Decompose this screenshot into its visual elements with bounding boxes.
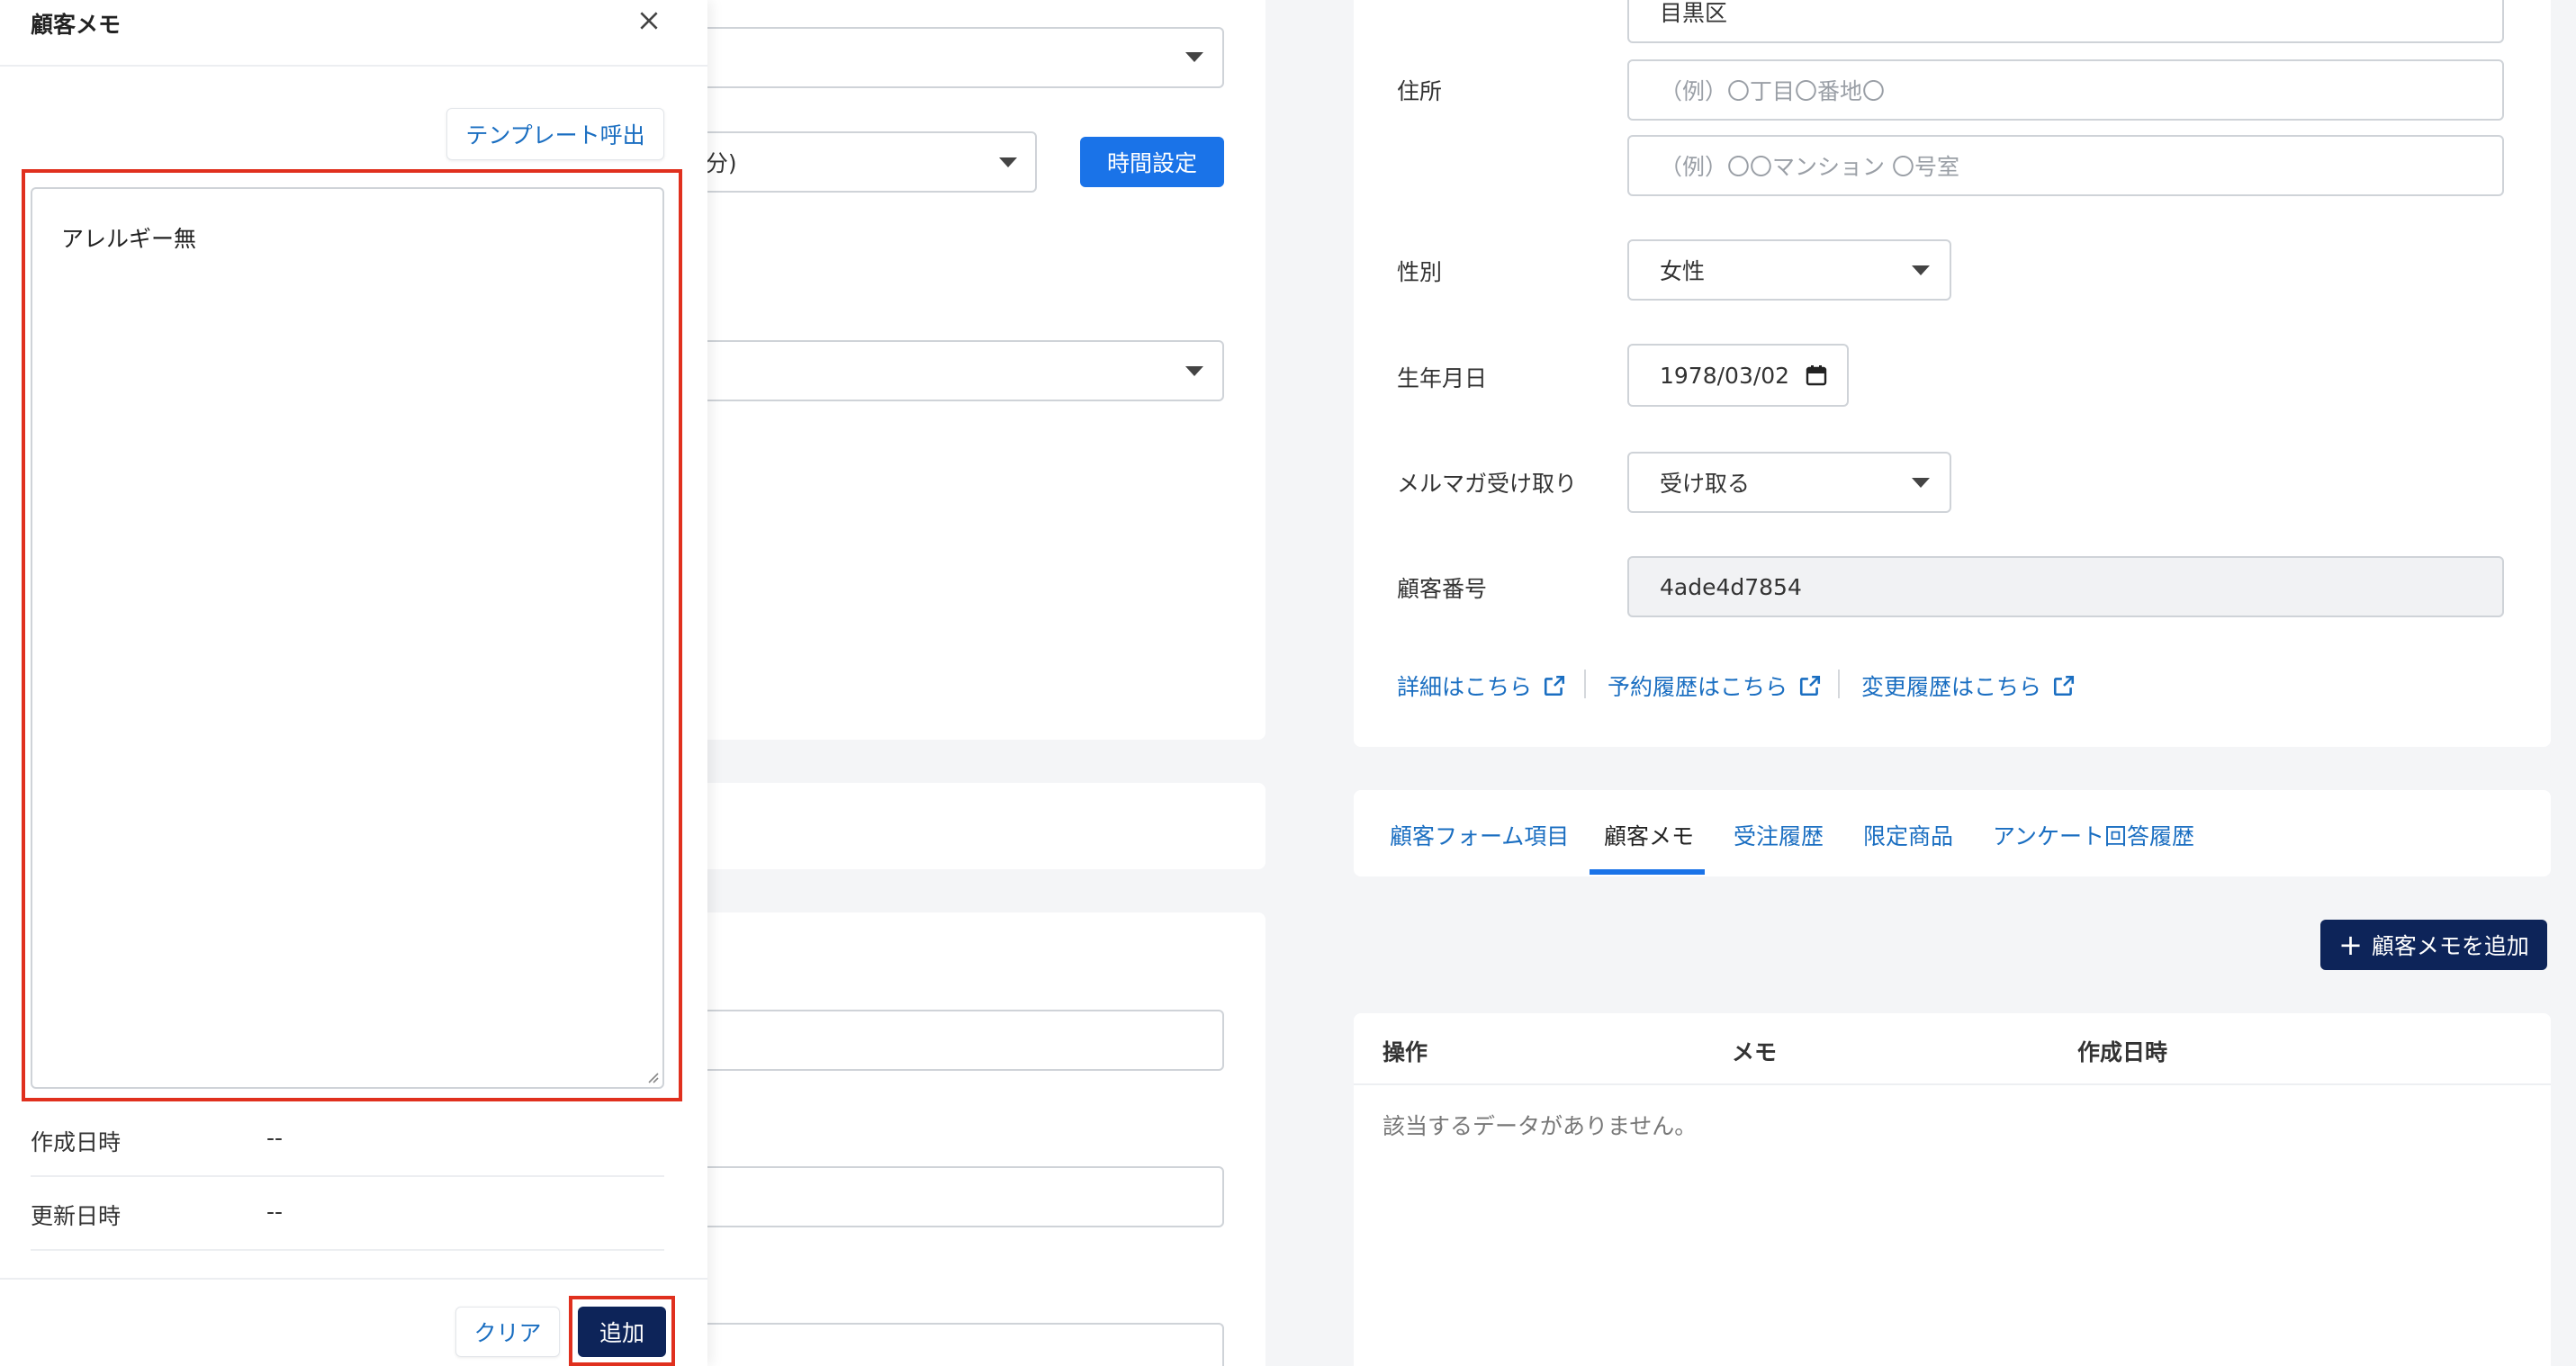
address-line1-input[interactable]: （例）〇丁目〇番地〇	[1627, 59, 2504, 121]
tab-limited-products[interactable]: 限定商品	[1863, 819, 1953, 851]
column-header-actions: 操作	[1383, 1039, 1428, 1065]
memo-text: アレルギー無	[61, 226, 197, 252]
tab-customer-form-items[interactable]: 顧客フォーム項目	[1390, 819, 1569, 851]
birthdate-label: 生年月日	[1397, 365, 1488, 391]
newsletter-select[interactable]: 受け取る	[1627, 452, 1951, 513]
close-icon[interactable]	[637, 9, 661, 32]
chevron-down-icon	[1912, 478, 1930, 488]
ward-field[interactable]: 目黒区	[1627, 0, 2504, 43]
details-link-label: 詳細はこちら	[1397, 674, 1533, 700]
reservation-history-link[interactable]: 予約履歴はこちら	[1608, 670, 1822, 702]
panel-footer-divider	[0, 1278, 707, 1280]
address-line2-input[interactable]: （例）〇〇マンション 〇号室	[1627, 135, 2504, 196]
link-divider	[1584, 670, 1586, 698]
tab-survey-history[interactable]: アンケート回答履歴	[1993, 819, 2194, 851]
birthdate-value: 1978/03/02	[1660, 362, 1790, 389]
external-link-icon	[2053, 675, 2075, 696]
chevron-down-icon	[1912, 265, 1930, 275]
plus-icon: +	[2338, 928, 2363, 962]
resize-handle-icon[interactable]	[644, 1069, 659, 1083]
updated-at-value: --	[266, 1199, 284, 1225]
chevron-down-icon	[999, 157, 1017, 167]
tab-customer-memo[interactable]: 顧客メモ	[1604, 819, 1694, 851]
ward-value: 目黒区	[1660, 0, 1728, 26]
tab-order-history[interactable]: 受注履歴	[1734, 819, 1824, 851]
created-at-label: 作成日時	[31, 1129, 122, 1155]
add-customer-memo-button[interactable]: + 顧客メモを追加	[2320, 920, 2547, 970]
external-link-icon	[1799, 675, 1821, 696]
time-setting-button[interactable]: 時間設定	[1080, 137, 1224, 187]
active-tab-indicator	[1590, 869, 1705, 875]
template-call-button[interactable]: テンプレート呼出	[446, 108, 664, 160]
panel-title: 顧客メモ	[31, 12, 122, 38]
add-button[interactable]: 追加	[578, 1307, 666, 1357]
address-line1-placeholder: （例）〇丁目〇番地〇	[1660, 78, 1886, 104]
panel-header-divider	[0, 65, 707, 67]
empty-message: 該当するデータがありません。	[1383, 1113, 1698, 1139]
gender-value: 女性	[1660, 258, 1706, 284]
calendar-icon[interactable]	[1806, 364, 1827, 386]
memo-table-header	[1354, 1013, 2551, 1085]
details-link[interactable]: 詳細はこちら	[1397, 670, 1566, 702]
change-history-link[interactable]: 変更履歴はこちら	[1861, 670, 2076, 702]
external-link-icon	[1544, 675, 1565, 696]
column-header-created: 作成日時	[2077, 1039, 2168, 1065]
info-divider	[31, 1175, 664, 1177]
change-history-label: 変更履歴はこちら	[1861, 674, 2042, 700]
address-label: 住所	[1397, 78, 1443, 104]
address-line2-placeholder: （例）〇〇マンション 〇号室	[1660, 154, 1959, 180]
gender-select[interactable]: 女性	[1627, 239, 1951, 301]
gender-label: 性別	[1397, 259, 1443, 285]
reservation-history-label: 予約履歴はこちら	[1608, 674, 1788, 700]
add-customer-memo-label: 顧客メモを追加	[2371, 933, 2529, 959]
updated-at-label: 更新日時	[31, 1203, 122, 1229]
newsletter-label: メルマガ受け取り	[1397, 471, 1578, 497]
column-header-memo: メモ	[1732, 1039, 1778, 1065]
clear-button[interactable]: クリア	[455, 1307, 560, 1357]
link-divider	[1838, 670, 1840, 698]
created-at-value: --	[266, 1125, 284, 1151]
customer-no-value: 4ade4d7854	[1660, 573, 1802, 600]
newsletter-value: 受け取る	[1660, 471, 1751, 497]
chevron-down-icon	[1185, 52, 1203, 62]
chevron-down-icon	[1185, 366, 1203, 376]
info-divider	[31, 1249, 664, 1251]
customer-no-field: 4ade4d7854	[1627, 556, 2504, 617]
customer-no-label: 顧客番号	[1397, 576, 1488, 602]
memo-textarea[interactable]: アレルギー無	[31, 187, 664, 1089]
